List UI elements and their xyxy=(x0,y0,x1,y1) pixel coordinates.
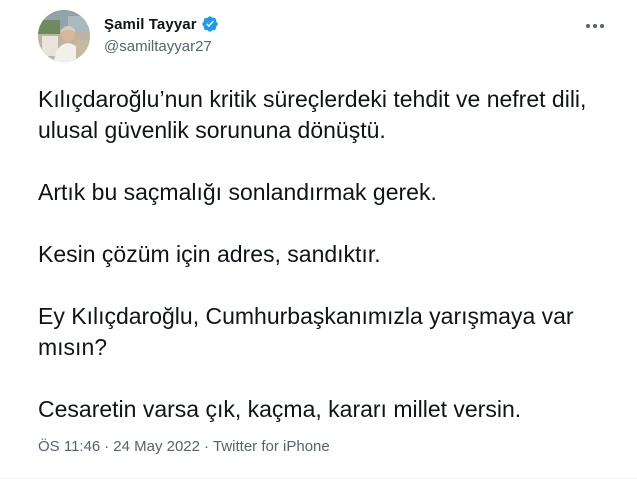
author-block: Şamil Tayyar @samiltayyar27 xyxy=(104,14,219,55)
tweet-paragraph: Kılıçdaroğlu’nun kritik süreçlerdeki teh… xyxy=(38,86,587,143)
tweet-time[interactable]: ÖS 11:46 xyxy=(38,438,100,455)
tweet-paragraph: Cesaretin varsa çık, kaçma, kararı mille… xyxy=(38,396,522,422)
meta-separator: · xyxy=(104,438,110,455)
meta-separator: · xyxy=(204,438,209,455)
more-horizontal-icon xyxy=(586,24,604,28)
display-name[interactable]: Şamil Tayyar xyxy=(104,16,197,33)
tweet-paragraph: Ey Kılıçdaroğlu, Cumhurbaşkanımızla yarı… xyxy=(38,303,574,360)
more-options-button[interactable] xyxy=(583,16,607,36)
tweet-paragraph: Artık bu saçmalığı sonlandırmak gerek. xyxy=(38,179,437,205)
tweet-source[interactable]: Twitter for iPhone xyxy=(213,438,330,455)
profile-photo-icon xyxy=(38,10,90,62)
tweet-paragraph: Kesin çözüm için adres, sandıktır. xyxy=(38,241,381,267)
handle[interactable]: @samiltayyar27 xyxy=(104,38,219,55)
tweet-text: Kılıçdaroğlu’nun kritik süreçlerdeki teh… xyxy=(38,84,608,425)
tweet-date[interactable]: 24 May 2022 xyxy=(113,438,200,455)
verified-badge-icon xyxy=(201,16,218,32)
tweet-meta: ÖS 11:46 · 24 May 2022 · Twitter for iPhone xyxy=(38,438,330,455)
avatar[interactable] xyxy=(38,10,90,62)
name-row: Şamil Tayyar xyxy=(104,14,219,34)
tweet-card: Şamil Tayyar @samiltayyar27 Kılıçdaroğlu… xyxy=(0,0,637,479)
